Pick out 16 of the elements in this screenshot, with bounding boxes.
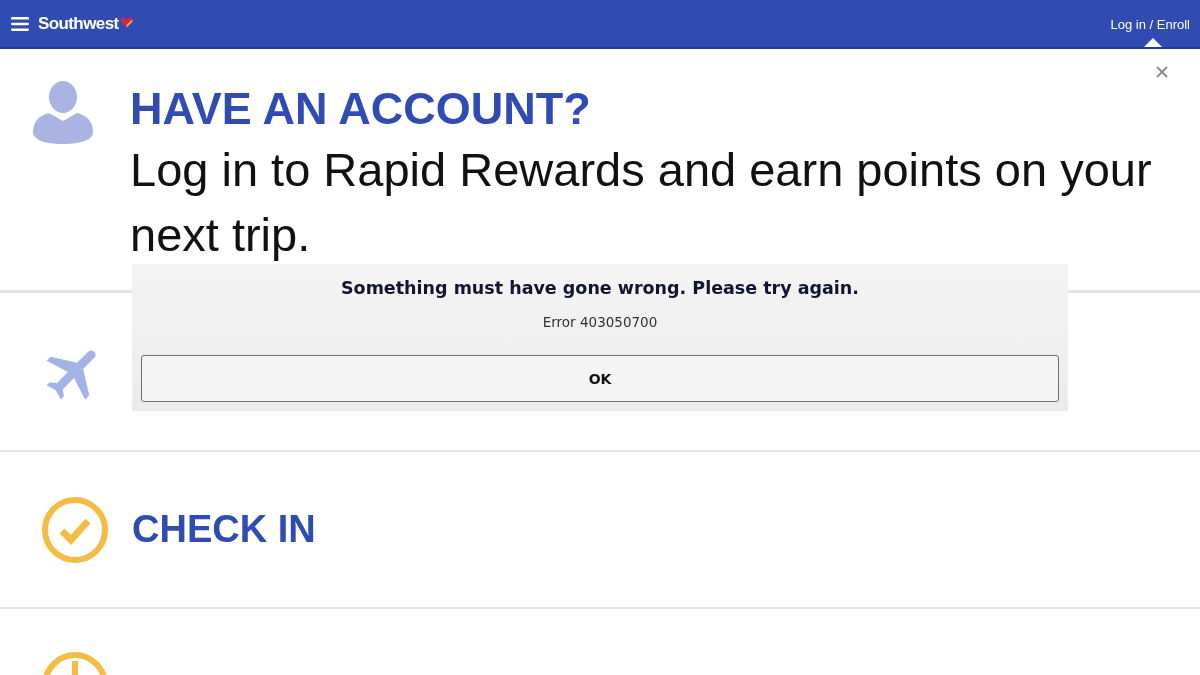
menu-row-label: CHECK IN xyxy=(132,508,316,551)
menu-icon[interactable] xyxy=(11,16,29,31)
login-enroll-link[interactable]: Log in / Enroll xyxy=(1110,17,1190,32)
clock-icon xyxy=(42,652,108,675)
close-icon[interactable] xyxy=(1156,66,1168,78)
caret-icon xyxy=(1144,38,1162,47)
heart-icon xyxy=(119,16,133,28)
check-circle-icon xyxy=(42,496,108,563)
menu-row[interactable]: CHECK IN xyxy=(0,450,1200,607)
account-description: Log in to Rapid Rewards and earn points on your next trip. xyxy=(130,142,1153,263)
error-message: Something must have gone wrong. Please try again. xyxy=(340,277,860,300)
brand-logo-text[interactable]: Southwest xyxy=(38,13,119,34)
error-code: Error 403050700 xyxy=(541,313,659,331)
account-heading: HAVE AN ACCOUNT? xyxy=(130,82,592,136)
ok-button[interactable]: OK xyxy=(141,355,1059,402)
person-icon xyxy=(31,80,95,144)
